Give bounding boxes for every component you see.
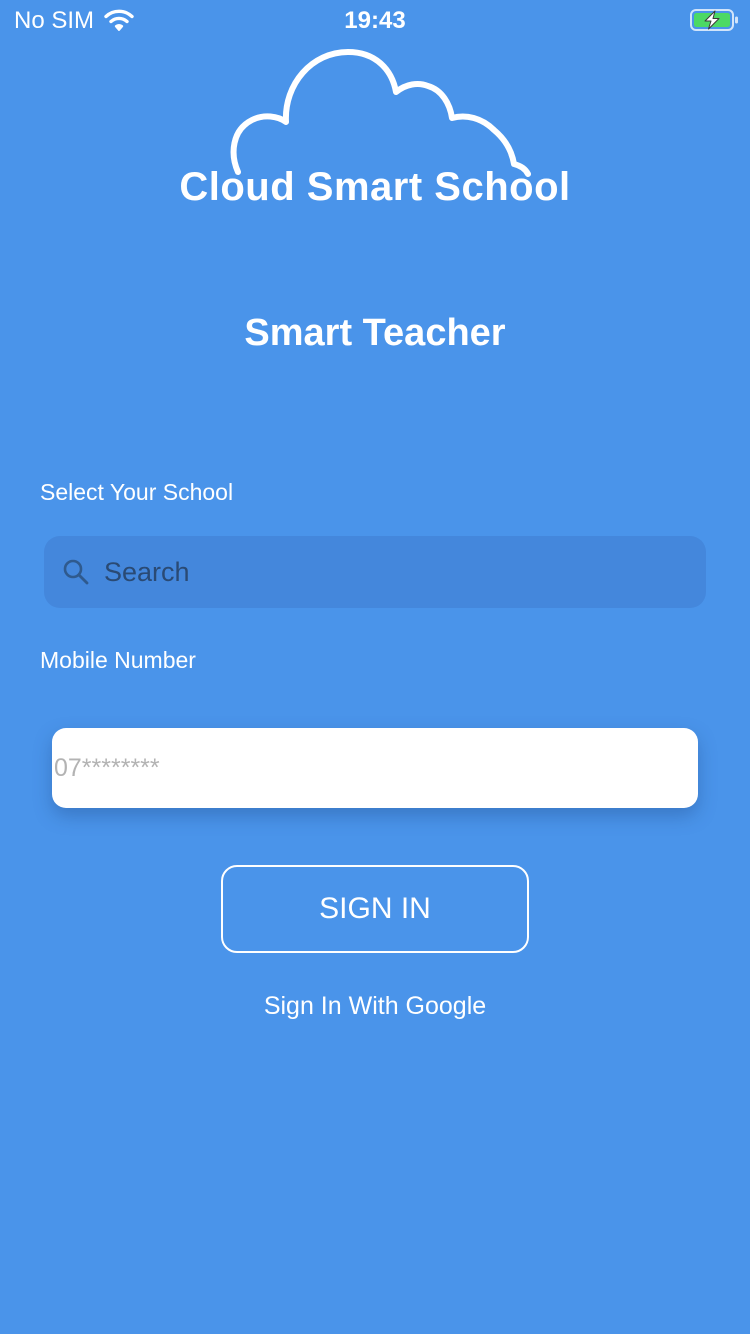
mobile-number-field[interactable] xyxy=(52,728,698,808)
app-title: Smart Teacher xyxy=(244,312,506,354)
login-screen: No SIM 19:43 Cloud Smart School Smart Te… xyxy=(0,0,750,1334)
status-bar: No SIM 19:43 xyxy=(0,0,750,40)
logo-text: Cloud Smart School xyxy=(179,165,571,209)
school-field-label: Select Your School xyxy=(40,479,234,505)
school-search-bar[interactable] xyxy=(44,536,706,608)
mobile-field-label: Mobile Number xyxy=(40,647,196,673)
status-time: 19:43 xyxy=(344,7,406,34)
mobile-number-input[interactable] xyxy=(54,750,684,786)
sign-in-button[interactable]: SIGN IN xyxy=(221,865,529,953)
search-icon xyxy=(63,559,89,585)
school-search-input[interactable] xyxy=(104,554,694,590)
battery-charging-icon xyxy=(690,9,738,31)
cloud-smart-school-logo: Cloud Smart School xyxy=(160,44,590,214)
google-sign-in-link[interactable]: Sign In With Google xyxy=(0,991,750,1021)
